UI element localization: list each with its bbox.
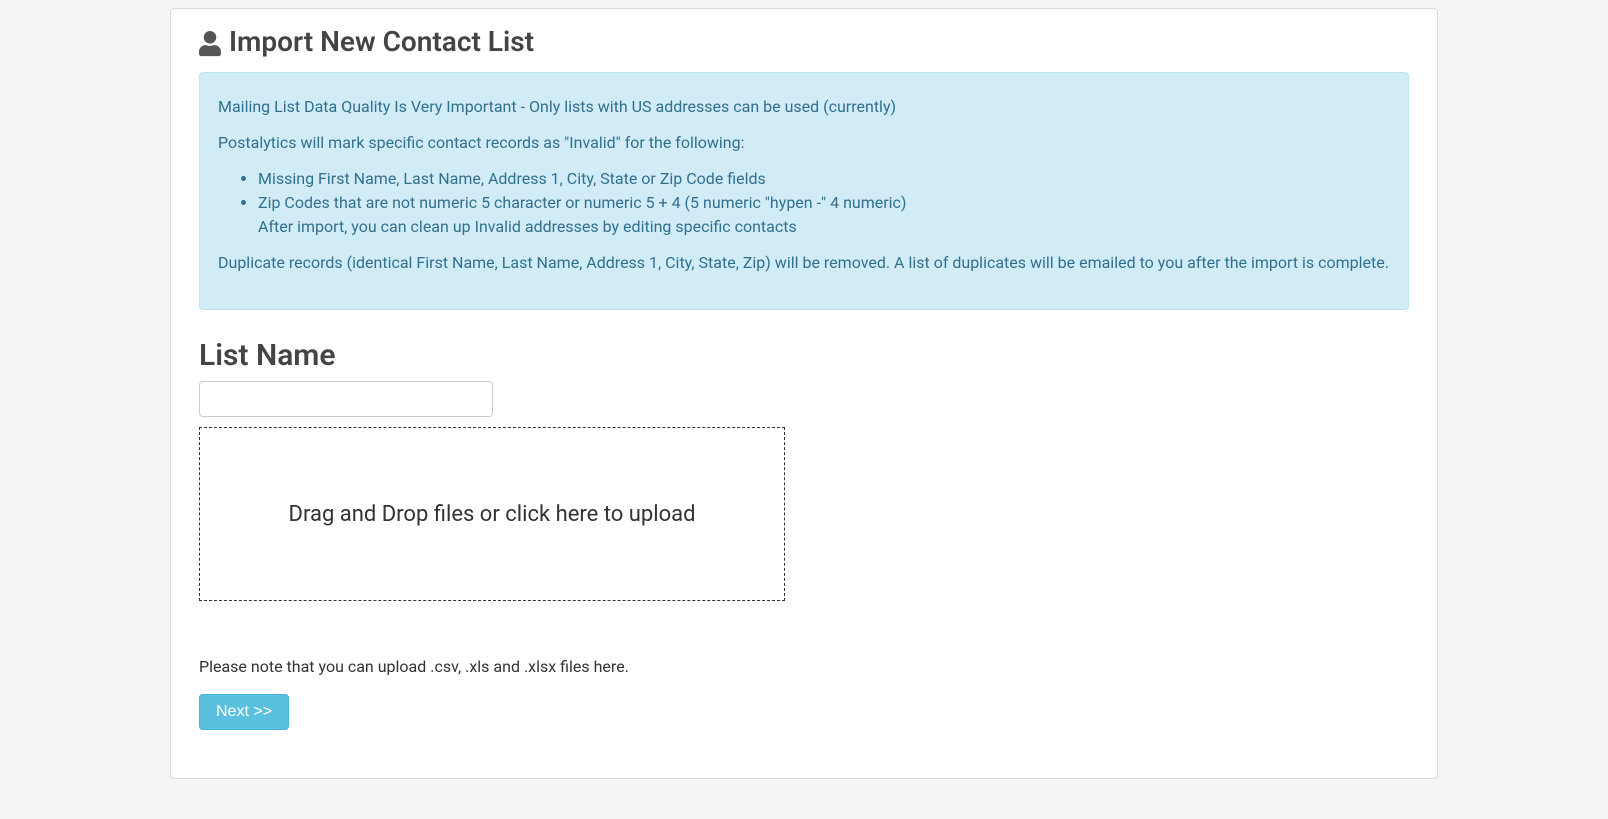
- file-dropzone[interactable]: Drag and Drop files or click here to upl…: [199, 427, 785, 601]
- alert-line-3: Duplicate records (identical First Name,…: [218, 251, 1390, 275]
- alert-line-2: Postalytics will mark specific contact r…: [218, 131, 1390, 155]
- user-icon: [199, 31, 221, 53]
- alert-bullet: Missing First Name, Last Name, Address 1…: [258, 167, 1390, 191]
- list-name-input[interactable]: [199, 381, 493, 417]
- upload-note: Please note that you can upload .csv, .x…: [199, 657, 1409, 676]
- alert-bullet-list: Missing First Name, Last Name, Address 1…: [218, 167, 1390, 215]
- alert-bullet: Zip Codes that are not numeric 5 charact…: [258, 191, 1390, 215]
- next-button[interactable]: Next >>: [199, 694, 289, 730]
- alert-line-1: Mailing List Data Quality Is Very Import…: [218, 95, 1390, 119]
- info-alert: Mailing List Data Quality Is Very Import…: [199, 72, 1409, 310]
- page-title-text: Import New Contact List: [229, 25, 534, 58]
- list-name-label: List Name: [199, 338, 1409, 373]
- page: Import New Contact List Mailing List Dat…: [0, 0, 1608, 819]
- import-panel: Import New Contact List Mailing List Dat…: [170, 8, 1438, 779]
- dropzone-text: Drag and Drop files or click here to upl…: [289, 502, 696, 527]
- page-title: Import New Contact List: [199, 25, 1409, 58]
- alert-subnote: After import, you can clean up Invalid a…: [218, 215, 1390, 239]
